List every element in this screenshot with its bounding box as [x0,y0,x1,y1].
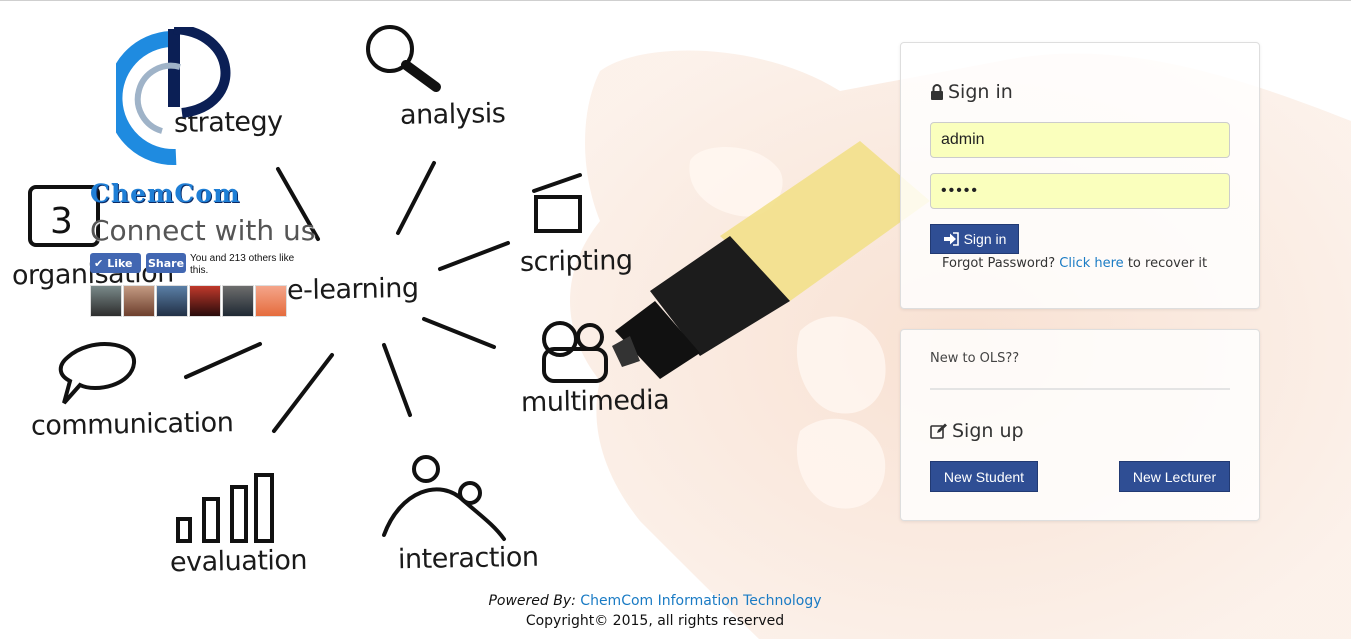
edit-icon [930,423,947,439]
forgot-prefix: Forgot Password? [942,256,1056,271]
avatar[interactable] [222,285,254,317]
divider [930,388,1230,390]
sign-in-icon [943,232,959,246]
checkmark-icon: ✔ [94,256,104,270]
facebook-friend-avatars [90,285,287,317]
username-field[interactable]: admin [930,122,1230,158]
facebook-like-widget: ✔ Like Share You and 213 others like thi… [90,253,310,277]
avatar[interactable] [255,285,287,317]
facebook-like-label: Like [107,256,133,270]
recover-password-link[interactable]: Click here [1059,256,1123,271]
new-to-ols-text: New to OLS?? [930,351,1020,366]
facebook-like-button[interactable]: ✔ Like [90,253,141,273]
facebook-social-text: You and 213 others like this. [190,253,295,276]
signin-title: Sign in [948,81,1013,103]
copyright-text: Copyright© 2015, all rights reserved [525,613,785,629]
new-lecturer-button[interactable]: New Lecturer [1119,461,1230,492]
avatar[interactable] [189,285,221,317]
password-field[interactable]: ••••• [930,173,1230,209]
signup-heading: Sign up [930,420,1024,442]
connect-heading: Connect with us [90,214,316,247]
signin-button[interactable]: Sign in [930,224,1019,254]
brand-name: ChemCom [90,179,241,208]
company-link[interactable]: ChemCom Information Technology [580,593,821,609]
forgot-suffix: to recover it [1127,256,1208,271]
signin-heading: Sign in [930,81,1013,103]
lock-icon [931,84,943,100]
signup-title: Sign up [952,420,1024,442]
new-student-button[interactable]: New Student [930,461,1038,492]
signin-panel: Sign in admin ••••• Sign in Forgot Passw… [900,42,1260,309]
powered-by-label: Powered By: [488,593,576,609]
forgot-password-text: Forgot Password? Click here to recover i… [942,256,1207,271]
avatar[interactable] [156,285,188,317]
avatar[interactable] [123,285,155,317]
signup-panel: New to OLS?? Sign up New Student New Lec… [900,329,1260,521]
facebook-share-button[interactable]: Share [146,253,186,273]
svg-text:3: 3 [50,201,73,242]
avatar[interactable] [90,285,122,317]
footer-powered-by: Powered By: ChemCom Information Technolo… [0,593,1310,609]
chemcom-logo [116,27,231,166]
signin-button-label: Sign in [963,231,1007,247]
